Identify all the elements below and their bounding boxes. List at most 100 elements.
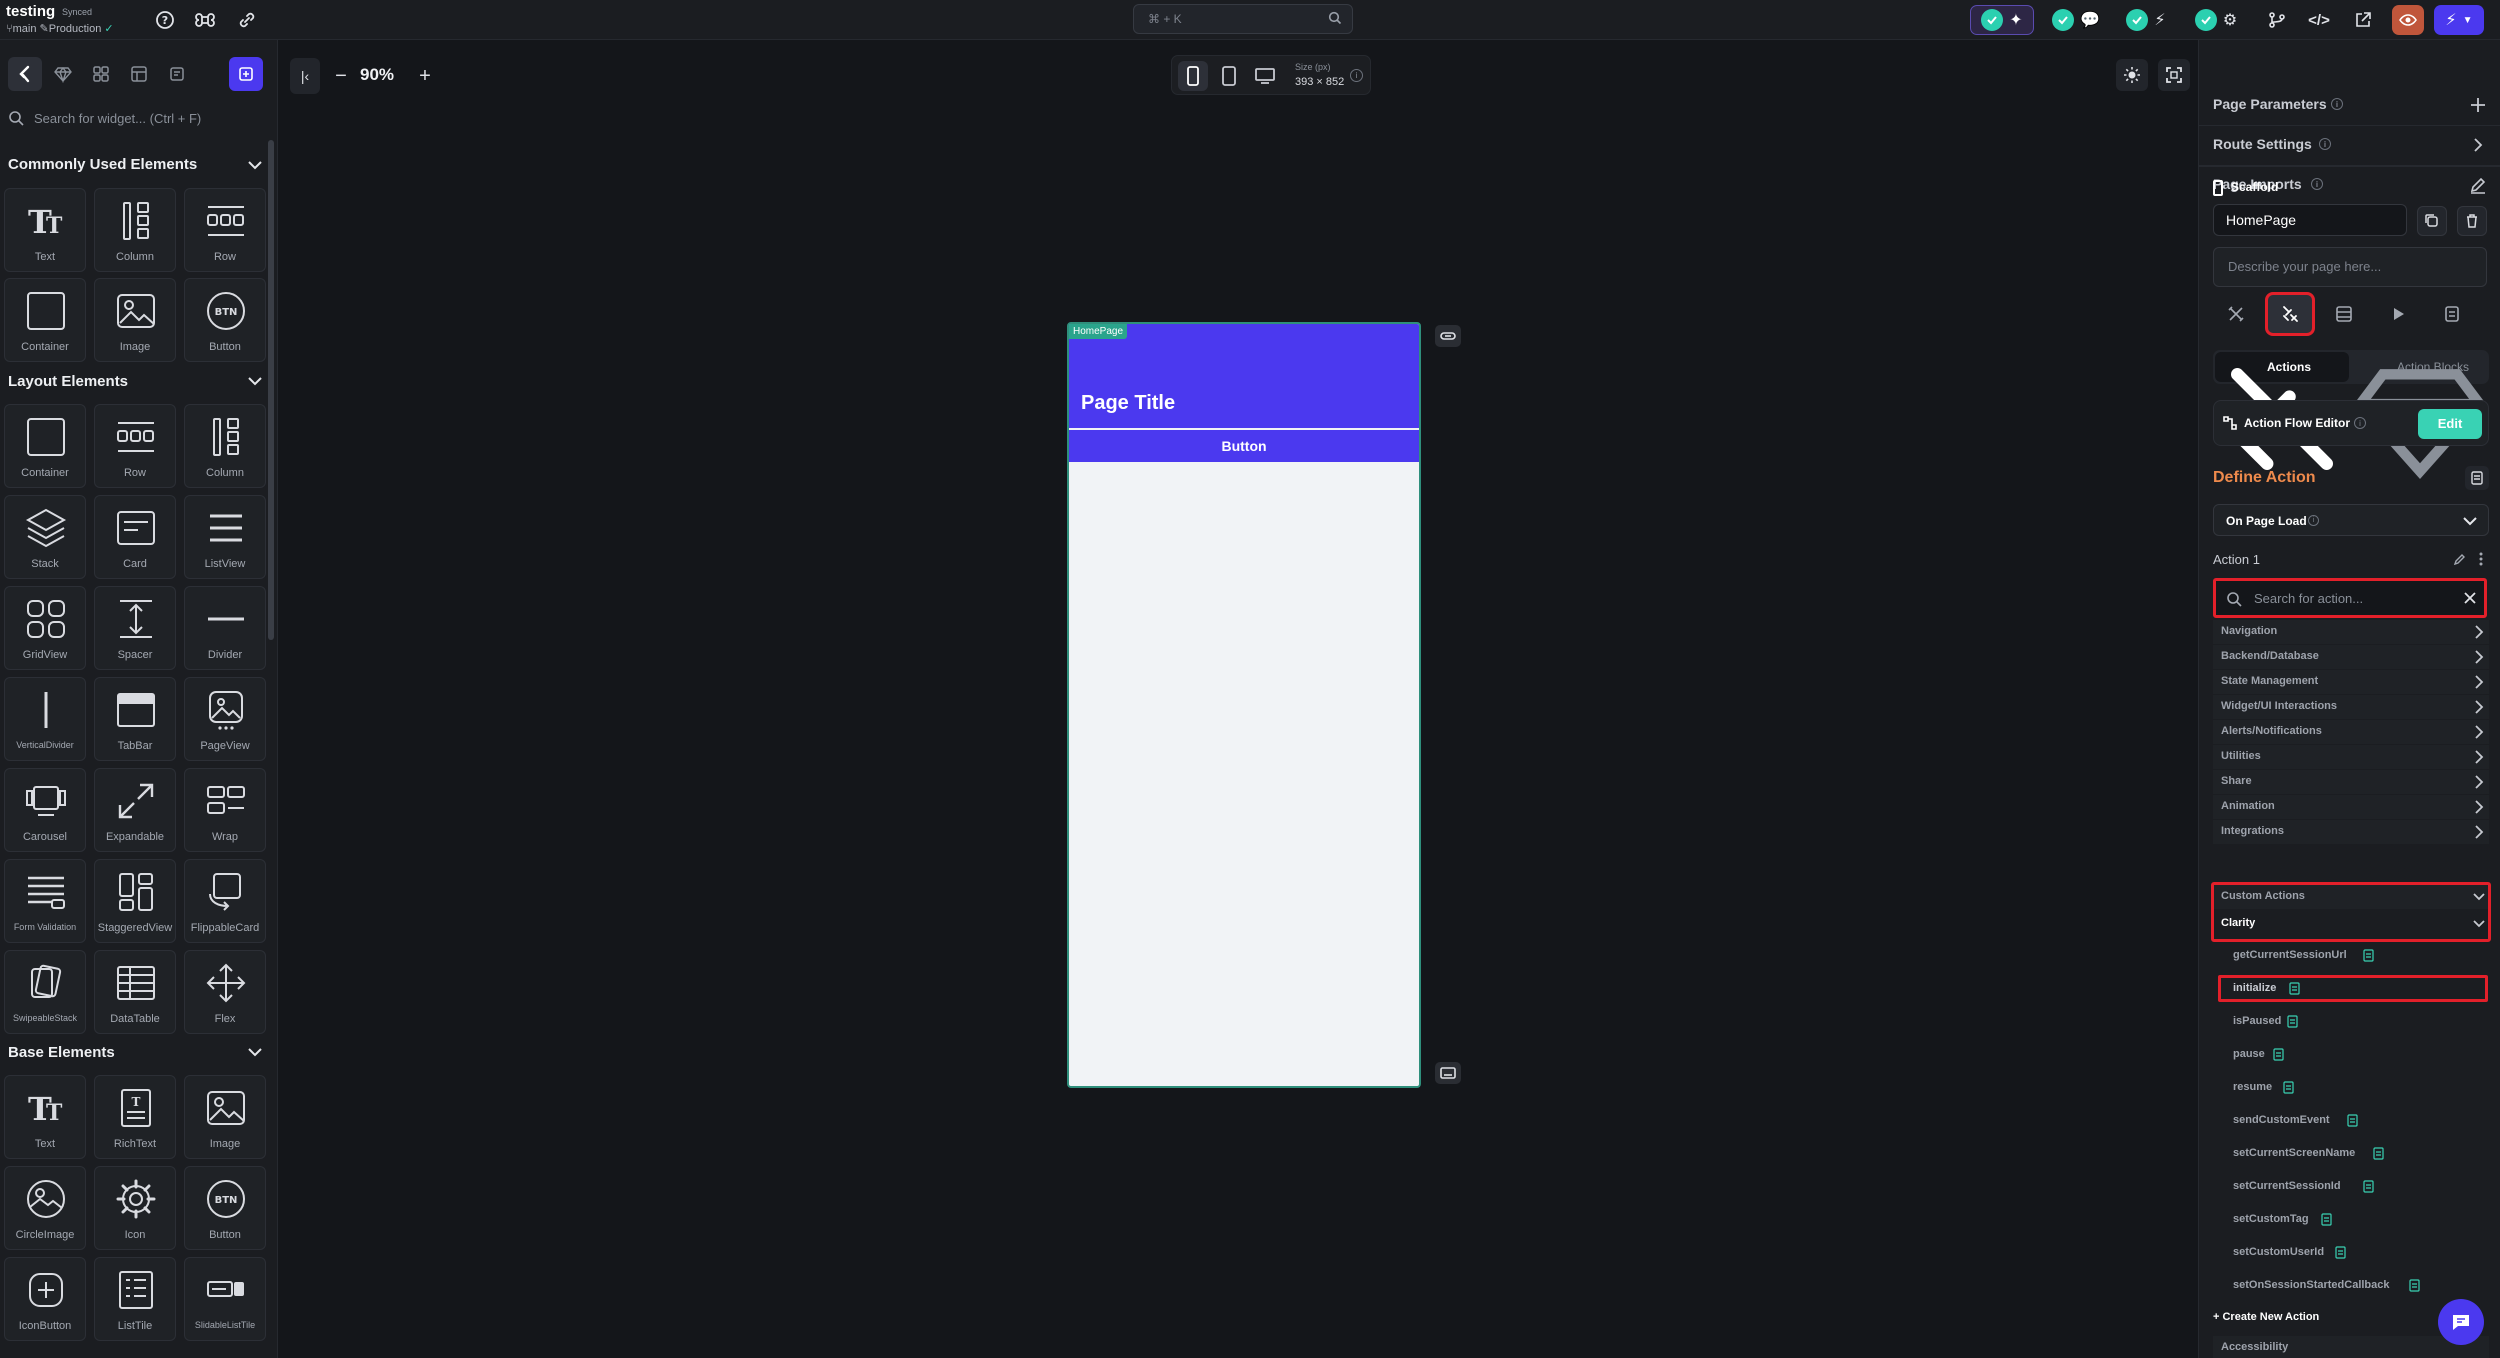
category-alerts-notifications[interactable]: Alerts/Notifications	[2213, 720, 2489, 744]
design-canvas[interactable]: |‹ − 90% + Size (px) 393 × 852 i Page Ti…	[278, 40, 2198, 1358]
widget-tile-column[interactable]: Column	[94, 188, 176, 272]
help-icon[interactable]: ?	[152, 7, 178, 33]
debug-button[interactable]: ⚙	[2188, 5, 2244, 35]
actions-tab-icon[interactable]	[2265, 292, 2315, 336]
run-button[interactable]: ⚡ ▼	[2434, 5, 2484, 35]
widget-tile-column[interactable]: Column	[184, 404, 266, 488]
size-value[interactable]: 393 × 852	[1295, 76, 1344, 88]
play-tab-icon[interactable]	[2375, 294, 2421, 334]
widget-tile-circleimage[interactable]: CircleImage	[4, 1166, 86, 1250]
widget-tile-verticaldivider[interactable]: VerticalDivider	[4, 677, 86, 761]
clarity-action-pause[interactable]: pause	[2233, 1043, 2483, 1067]
comments-button[interactable]: 💬	[2048, 5, 2104, 35]
widget-tile-icon[interactable]: Icon	[94, 1166, 176, 1250]
page-title[interactable]: Page Title	[1081, 392, 1175, 415]
widget-tile-gridview[interactable]: GridView	[4, 586, 86, 670]
add-icon[interactable]	[2467, 94, 2489, 116]
clarity-action-setonsessionstartedcallback[interactable]: setOnSessionStartedCallback	[2233, 1274, 2483, 1298]
info-icon[interactable]: i	[2331, 98, 2343, 110]
widget-tile-listview[interactable]: ListView	[184, 495, 266, 579]
widget-tile-container[interactable]: Container	[4, 404, 86, 488]
command-icon[interactable]	[192, 7, 218, 33]
info-icon[interactable]: i	[1350, 69, 1363, 82]
category-backend-database[interactable]: Backend/Database	[2213, 645, 2489, 669]
widget-tile-divider[interactable]: Divider	[184, 586, 266, 670]
clarity-action-getcurrentsessionurl[interactable]: getCurrentSessionUrl	[2233, 944, 2483, 968]
widget-tile-flippablecard[interactable]: FlippableCard	[184, 859, 266, 943]
widgets-tab-icon[interactable]	[8, 57, 42, 91]
trigger-dropdown[interactable]: On Page Load i	[2213, 504, 2489, 536]
properties-tab-icon[interactable]	[2213, 294, 2259, 334]
widget-tile-container[interactable]: Container	[4, 278, 86, 362]
widget-tile-datatable[interactable]: DataTable	[94, 950, 176, 1034]
widget-tile-tabbar[interactable]: TabBar	[94, 677, 176, 761]
diamond-tab-icon[interactable]	[46, 57, 80, 91]
phone-preview[interactable]: Page Title HomePage Button	[1067, 322, 1421, 1088]
phone-device-icon[interactable]	[1178, 61, 1208, 91]
code-icon[interactable]: </>	[2304, 5, 2334, 35]
clarity-action-setcustomuserid[interactable]: setCustomUserId	[2233, 1241, 2483, 1265]
widget-tile-text[interactable]: TT Text	[4, 1075, 86, 1159]
chevron-down-icon[interactable]	[245, 1042, 265, 1062]
section-title-layout[interactable]: Layout Elements	[8, 373, 128, 390]
widget-tile-button[interactable]: BTN Button	[184, 278, 266, 362]
collapse-panel-icon[interactable]: |‹	[290, 58, 320, 94]
chat-support-button[interactable]	[2438, 1299, 2484, 1345]
action-search-input[interactable]: Search for action...	[2213, 578, 2487, 618]
category-widget-ui-interactions[interactable]: Widget/UI Interactions	[2213, 695, 2489, 719]
category-share[interactable]: Share	[2213, 770, 2489, 794]
section-title-common[interactable]: Commonly Used Elements	[8, 156, 197, 173]
brightness-icon[interactable]	[2116, 59, 2148, 91]
document-tab-icon[interactable]	[2429, 294, 2475, 334]
clarity-action-resume[interactable]: resume	[2233, 1076, 2483, 1100]
section-title-base[interactable]: Base Elements	[8, 1044, 115, 1061]
widget-tile-richtext[interactable]: T RichText	[94, 1075, 176, 1159]
edit-pencil-icon[interactable]	[2453, 552, 2467, 566]
category-utilities[interactable]: Utilities	[2213, 745, 2489, 769]
tab-action-blocks[interactable]: Action Blocks	[2353, 352, 2487, 479]
widget-tile-row[interactable]: Row	[184, 188, 266, 272]
widget-search-input[interactable]: Search for widget... (Ctrl + F)	[8, 105, 270, 133]
open-external-icon[interactable]	[2348, 5, 2378, 35]
widget-tile-wrap[interactable]: Wrap	[184, 768, 266, 852]
widget-tile-slidablelisttile[interactable]: SlidableListTile	[184, 1257, 266, 1341]
keyboard-icon[interactable]	[1435, 1062, 1461, 1084]
widget-tile-card[interactable]: Card	[94, 495, 176, 579]
clarity-action-setcurrentsessionid[interactable]: setCurrentSessionId	[2233, 1175, 2483, 1199]
widget-tile-image[interactable]: Image	[184, 1075, 266, 1159]
category-navigation[interactable]: Navigation	[2213, 620, 2489, 644]
chevron-down-icon[interactable]	[245, 155, 265, 175]
widget-tile-pageview[interactable]: PageView	[184, 677, 266, 761]
chevron-down-icon[interactable]	[245, 371, 265, 391]
widget-tile-stack[interactable]: Stack	[4, 495, 86, 579]
create-new-action-link[interactable]: + Create New Action	[2213, 1311, 2319, 1323]
zoom-level[interactable]: 90%	[360, 65, 394, 85]
zoom-out-button[interactable]: −	[326, 58, 356, 94]
widget-tile-staggeredview[interactable]: StaggeredView	[94, 859, 176, 943]
info-icon[interactable]: i	[2354, 417, 2366, 429]
widget-tile-listtile[interactable]: ListTile	[94, 1257, 176, 1341]
more-vertical-icon[interactable]	[2475, 551, 2487, 567]
layout-tab-icon[interactable]	[122, 57, 156, 91]
widget-tile-flex[interactable]: Flex	[184, 950, 266, 1034]
flash-button[interactable]: ⚡	[2118, 5, 2174, 35]
category-animation[interactable]: Animation	[2213, 795, 2489, 819]
link-icon[interactable]	[1435, 325, 1461, 347]
widget-tile-carousel[interactable]: Carousel	[4, 768, 86, 852]
widget-panel-scrollbar[interactable]	[268, 140, 274, 640]
zoom-in-button[interactable]: +	[410, 58, 440, 94]
widget-tile-form-validation[interactable]: Form Validation	[4, 859, 86, 943]
widget-tile-text[interactable]: TT Text	[4, 188, 86, 272]
ai-agent-button[interactable]: ✦	[1970, 5, 2034, 35]
route-settings-row[interactable]: Route Settings i	[2213, 130, 2489, 160]
widget-tile-expandable[interactable]: Expandable	[94, 768, 176, 852]
app-bar[interactable]: Page Title	[1069, 324, 1419, 428]
grid-tab-icon[interactable]	[84, 57, 118, 91]
widget-tile-row[interactable]: Row	[94, 404, 176, 488]
project-name[interactable]: testing	[6, 3, 55, 20]
category-integrations[interactable]: Integrations	[2213, 820, 2489, 844]
add-page-icon[interactable]	[229, 57, 263, 91]
documentation-icon[interactable]	[2465, 466, 2489, 490]
category-state-management[interactable]: State Management	[2213, 670, 2489, 694]
delete-page-icon[interactable]	[2457, 206, 2487, 236]
